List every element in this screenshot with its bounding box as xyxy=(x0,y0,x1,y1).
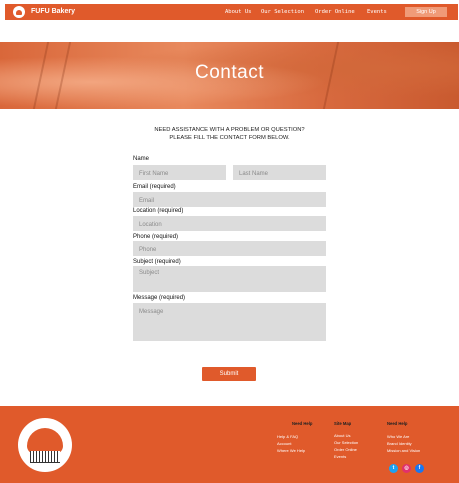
twitter-icon[interactable]: t xyxy=(389,464,398,473)
hero-banner: Contact xyxy=(0,42,459,109)
footer-link-mission-vision[interactable]: Mission and Vision xyxy=(387,448,420,453)
bakery-cupcake-logo xyxy=(18,418,72,472)
footer-link-order-online[interactable]: Order Online xyxy=(334,447,357,452)
instagram-icon[interactable]: ◎ xyxy=(402,464,411,473)
message-textarea[interactable]: Message xyxy=(133,303,326,341)
footer-link-our-selection[interactable]: Our Selection xyxy=(334,440,358,445)
bakery-logo-icon[interactable] xyxy=(13,6,25,18)
intro-line-2: PLEASE FILL THE CONTACT FORM BELOW. xyxy=(169,135,290,141)
nav-link-about-us[interactable]: About Us xyxy=(225,9,252,15)
phone-input[interactable]: Phone xyxy=(133,241,326,256)
nav-link-our-selection[interactable]: Our Selection xyxy=(261,9,304,15)
nav-link-events[interactable]: Events xyxy=(367,9,387,15)
phone-label: Phone (required) xyxy=(133,234,179,240)
intro-line-1: NEED ASSISTANCE WITH A PROBLEM OR QUESTI… xyxy=(154,127,305,133)
subject-label: Subject (required) xyxy=(133,259,181,265)
first-name-input[interactable]: First Name xyxy=(133,165,226,180)
sign-up-button[interactable]: Sign Up xyxy=(405,7,447,17)
name-label: Name xyxy=(133,156,150,162)
top-nav-bar: FUFU Bakery About Us Our Selection Order… xyxy=(5,4,458,20)
nav-link-order-online[interactable]: Order Online xyxy=(315,9,355,15)
footer-heading-need-help-2: Need Help xyxy=(387,421,408,426)
cupcake-wrapper-icon xyxy=(30,451,60,463)
location-label: Location (required) xyxy=(133,208,184,214)
site-footer: Need Help Help & FAQ Account Where We He… xyxy=(0,406,459,483)
brand-name[interactable]: FUFU Bakery xyxy=(31,8,75,15)
facebook-icon[interactable]: f xyxy=(415,464,424,473)
email-input[interactable]: Email xyxy=(133,192,326,207)
submit-button[interactable]: Submit xyxy=(202,367,256,381)
footer-link-help-faq[interactable]: Help & FAQ xyxy=(277,434,298,439)
footer-link-brand-identity[interactable]: Brand Identity xyxy=(387,441,412,446)
last-name-input[interactable]: Last Name xyxy=(233,165,326,180)
page-title: Contact xyxy=(195,62,264,83)
location-input[interactable]: Location xyxy=(133,216,326,231)
footer-link-where-we-help[interactable]: Where We Help xyxy=(277,448,305,453)
footer-heading-need-help: Need Help xyxy=(292,421,313,426)
footer-link-account[interactable]: Account xyxy=(277,441,291,446)
footer-link-who-we-are[interactable]: Who We Are xyxy=(387,434,409,439)
message-label: Message (required) xyxy=(133,295,186,301)
subject-input[interactable]: Subject xyxy=(133,266,326,292)
email-label: Email (required) xyxy=(133,184,176,190)
footer-link-events[interactable]: Events xyxy=(334,454,346,459)
footer-heading-site-map: Site Map xyxy=(334,421,352,426)
footer-link-about-us[interactable]: About Us xyxy=(334,433,350,438)
